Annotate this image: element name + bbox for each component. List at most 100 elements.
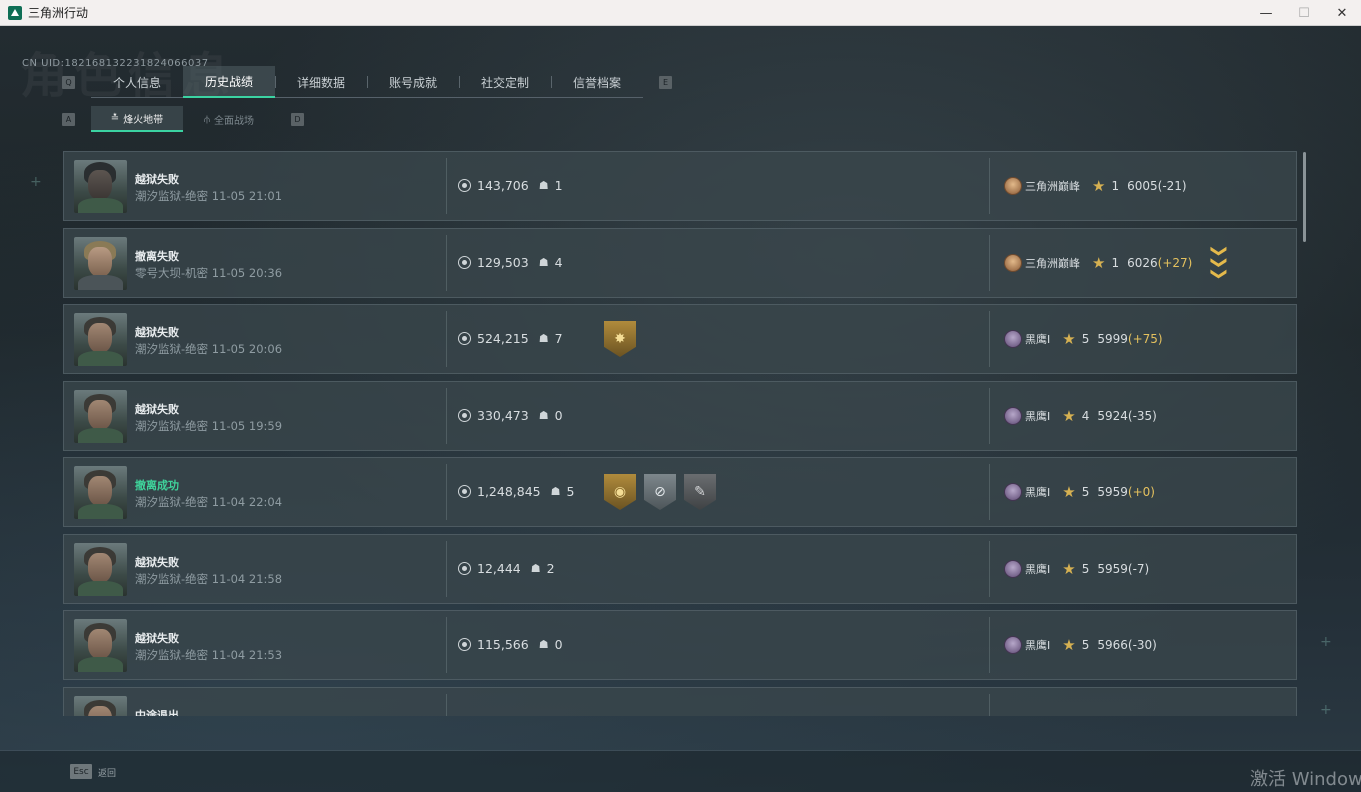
medal-badge-icon[interactable]: ⊘ xyxy=(644,474,676,510)
column-divider xyxy=(446,693,447,716)
medal-badge-icon[interactable]: ✸ xyxy=(604,321,636,357)
star-count: 5 xyxy=(1081,332,1090,346)
column-divider xyxy=(989,464,990,520)
loot-value: 12,444 ☗ 2 xyxy=(458,561,555,576)
rank-info: 黑鹰I ★ 5 5966 (-30) xyxy=(1004,636,1157,654)
rank-name: 黑鹰I xyxy=(1025,409,1051,423)
score-delta: (-21) xyxy=(1157,179,1187,193)
subtab-0[interactable]: ≛ 烽火地带 xyxy=(91,106,183,132)
kill-count: 0 xyxy=(554,407,563,423)
back-label[interactable]: 返回 xyxy=(98,766,116,779)
star-icon: ★ xyxy=(1062,636,1076,654)
loot-value: 129,503 ☗ 4 xyxy=(458,255,563,270)
operator-avatar xyxy=(74,542,127,596)
match-record-row[interactable]: 撤离失败 零号大坝-机密 11-05 20:36 129,503 ☗ 4 三角洲巅峰 ★ 1 6… xyxy=(63,227,1297,298)
kill-count: 5 xyxy=(566,484,575,499)
tab-3[interactable]: 账号成就 xyxy=(367,66,459,98)
match-history-list[interactable]: 越狱失败 潮汐监狱-绝密 11-05 21:01 143,706 ☗ 1 三角洲巅峰 ★ 1 6… xyxy=(63,151,1299,716)
avatar-body xyxy=(78,351,123,366)
operator-avatar xyxy=(74,160,127,213)
coin-icon xyxy=(458,485,471,498)
rank-up-chevron-icon: ❮❮❮ xyxy=(1207,245,1227,281)
tab-1[interactable]: 历史战绩 xyxy=(183,66,275,98)
medal-list: ✸ xyxy=(604,321,644,357)
coin-icon xyxy=(458,179,471,192)
map-and-time: 潮汐监狱-绝密 11-05 20:06 xyxy=(135,342,283,356)
avatar-face xyxy=(88,246,112,277)
main-tabs: Q 个人信息 历史战绩 详细数据 账号成就 社交定制 信誉档案 E xyxy=(62,66,672,98)
star-icon: ★ xyxy=(1062,406,1076,425)
rank-name: 黑鹰I xyxy=(1025,333,1051,346)
operator-avatar xyxy=(74,619,127,672)
loot-value-text: 143,706 xyxy=(477,178,529,193)
rank-info: 黑鹰I ★ 5 5999 (+75) xyxy=(1004,330,1163,348)
map-and-time: 潮汐监狱-绝密 11-04 22:04 xyxy=(135,495,283,509)
tab-5[interactable]: 信誉档案 xyxy=(551,66,643,98)
skull-icon: ☗ xyxy=(550,485,561,498)
operator-avatar xyxy=(74,313,127,366)
loot-value-text: 524,215 xyxy=(477,331,529,346)
rank-score: 5959 xyxy=(1097,485,1128,499)
star-icon: ★ xyxy=(1062,559,1076,578)
skull-icon: ☗ xyxy=(530,561,541,575)
match-record-row[interactable]: 越狱失败 潮汐监狱-绝密 11-04 21:58 12,444 ☗ 2 黑鹰I ★ 5 5959… xyxy=(63,533,1297,604)
loot-value-text: 1,248,845 xyxy=(477,484,541,499)
match-result: 越狱失败 xyxy=(135,173,179,186)
subtab-next-key-hint[interactable]: D xyxy=(291,112,304,126)
star-count: 1 xyxy=(1111,179,1120,193)
rank-name: 三角洲巅峰 xyxy=(1025,257,1080,270)
subtab-1[interactable]: ⫛ 全面战场 xyxy=(183,106,275,132)
medal-badge-icon[interactable]: ✎ xyxy=(684,474,716,510)
column-divider xyxy=(446,234,447,291)
column-divider xyxy=(446,311,447,367)
rank-emblem-icon xyxy=(1004,636,1022,654)
esc-key-hint[interactable]: Esc xyxy=(70,764,92,779)
tab-2[interactable]: 详细数据 xyxy=(275,66,367,98)
subtab-prev-key-hint[interactable]: A xyxy=(62,112,75,126)
match-record-row[interactable]: 撤离成功 潮汐监狱-绝密 11-04 22:04 1,248,845 ☗ 5 ◉ ⊘ ✎ 黑鹰I… xyxy=(63,457,1297,527)
column-divider xyxy=(989,387,990,444)
rank-score: 6005 xyxy=(1127,179,1158,193)
tab-0[interactable]: 个人信息 xyxy=(91,66,183,98)
rank-score: 5959 xyxy=(1097,561,1128,576)
rank-name: 三角洲巅峰 xyxy=(1025,180,1080,193)
decor-cross-icon: + xyxy=(1320,702,1332,718)
column-divider xyxy=(446,617,447,673)
rank-score: 5999 xyxy=(1097,332,1128,346)
close-button[interactable]: ✕ xyxy=(1323,0,1361,26)
rank-emblem-icon xyxy=(1004,177,1022,195)
footer-bar xyxy=(0,751,1361,792)
subtab-label: 烽火地带 xyxy=(123,114,164,126)
match-record-row[interactable]: 越狱失败 潮汐监狱-绝密 11-04 21:53 115,566 ☗ 0 黑鹰I ★ 5 596… xyxy=(63,610,1297,680)
column-divider xyxy=(446,158,447,214)
minimize-button[interactable]: — xyxy=(1247,0,1285,26)
column-divider xyxy=(989,234,990,291)
match-record-row[interactable]: 越狱失败 潮汐监狱-绝密 11-05 21:01 143,706 ☗ 1 三角洲巅峰 ★ 1 6… xyxy=(63,151,1297,221)
list-scrollbar[interactable] xyxy=(1303,152,1306,242)
tab-next-key-hint[interactable]: E xyxy=(659,75,672,89)
match-record-row[interactable]: 越狱失败 潮汐监狱-绝密 11-05 20:06 524,215 ☗ 7 ✸ 黑鹰I ★ 5 59… xyxy=(63,304,1297,374)
skull-icon: ☗ xyxy=(538,638,549,651)
match-result: 越狱失败 xyxy=(135,326,179,339)
medal-badge-icon[interactable]: ◉ xyxy=(604,474,636,510)
star-icon: ★ xyxy=(1092,254,1106,272)
avatar-face xyxy=(88,552,112,583)
map-and-time: 潮汐监狱-绝密 11-04 21:53 xyxy=(135,648,283,662)
medal-list: ◉ ⊘ ✎ xyxy=(604,474,724,510)
mode-icon: ≛ xyxy=(110,112,120,124)
match-record-row[interactable]: 越狱失败 潮汐监狱-绝密 11-05 19:59 330,473 ☗ 0 黑鹰I ★ 4 592… xyxy=(63,380,1297,451)
star-count: 5 xyxy=(1081,561,1090,576)
column-divider xyxy=(989,158,990,214)
operator-avatar xyxy=(74,236,127,290)
maximize-button[interactable]: ☐ xyxy=(1285,0,1323,26)
match-record-row[interactable]: 中途退出 xyxy=(63,686,1297,716)
star-icon: ★ xyxy=(1062,330,1076,348)
column-divider xyxy=(446,387,447,444)
map-and-time: 潮汐监狱-绝密 11-04 21:58 xyxy=(135,571,283,586)
star-icon: ★ xyxy=(1092,177,1106,195)
rank-emblem-icon xyxy=(1004,559,1022,578)
avatar-face xyxy=(88,323,112,353)
tab-4[interactable]: 社交定制 xyxy=(459,66,551,98)
tab-prev-key-hint[interactable]: Q xyxy=(62,75,75,89)
skull-icon: ☗ xyxy=(538,332,549,345)
